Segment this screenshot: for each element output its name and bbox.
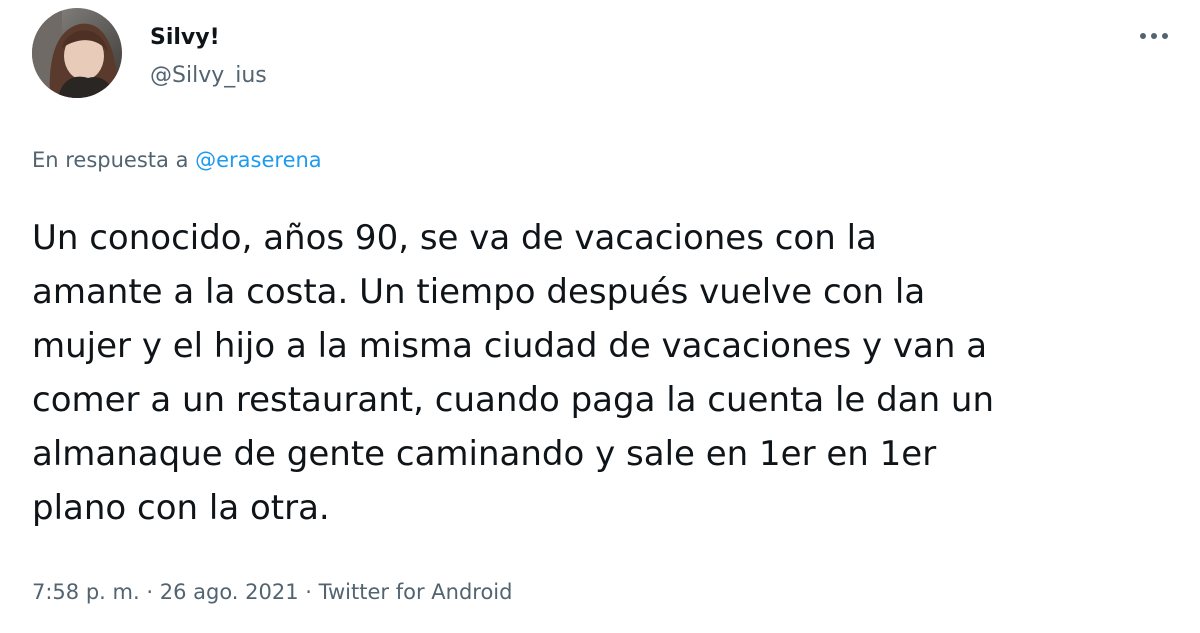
meta-separator: · [305,580,312,604]
reply-prefix: En respuesta a [32,148,189,172]
reply-context: En respuesta a @eraserena [32,146,322,174]
more-dots-icon [1140,33,1168,39]
tweet-date[interactable]: 26 ago. 2021 [160,580,299,604]
tweet-metadata: 7:58 p. m. · 26 ago. 2021 · Twitter for … [32,578,512,606]
tweet-source-link[interactable]: Twitter for Android [319,580,513,604]
tweet-text-line: almanaque de gente caminando y sale en 1… [32,434,937,474]
meta-separator: · [146,580,154,604]
display-name[interactable]: Silvy! [150,24,220,52]
tweet-text-line: comer a un restaurant, cuando paga la cu… [32,380,995,420]
tweet-text: Un conocido, años 90, se va de vacacione… [32,211,1152,535]
tweet-text-line: amante a la costa. Un tiempo después vue… [32,272,926,312]
avatar[interactable] [32,8,122,98]
tweet-time[interactable]: 7:58 p. m. [32,580,140,604]
tweet-text-line: Un conocido, años 90, se va de vacacione… [32,218,877,258]
tweet-text-line: plano con la otra. [32,488,330,528]
tweet-card: Silvy! @Silvy_ius En respuesta a @eraser… [0,0,1200,633]
reply-mention-link[interactable]: @eraserena [195,148,322,172]
user-handle[interactable]: @Silvy_ius [150,62,267,90]
tweet-text-line: mujer y el hijo a la misma ciudad de vac… [32,326,988,366]
avatar-photo [32,8,122,98]
more-options-button[interactable] [1132,18,1176,54]
